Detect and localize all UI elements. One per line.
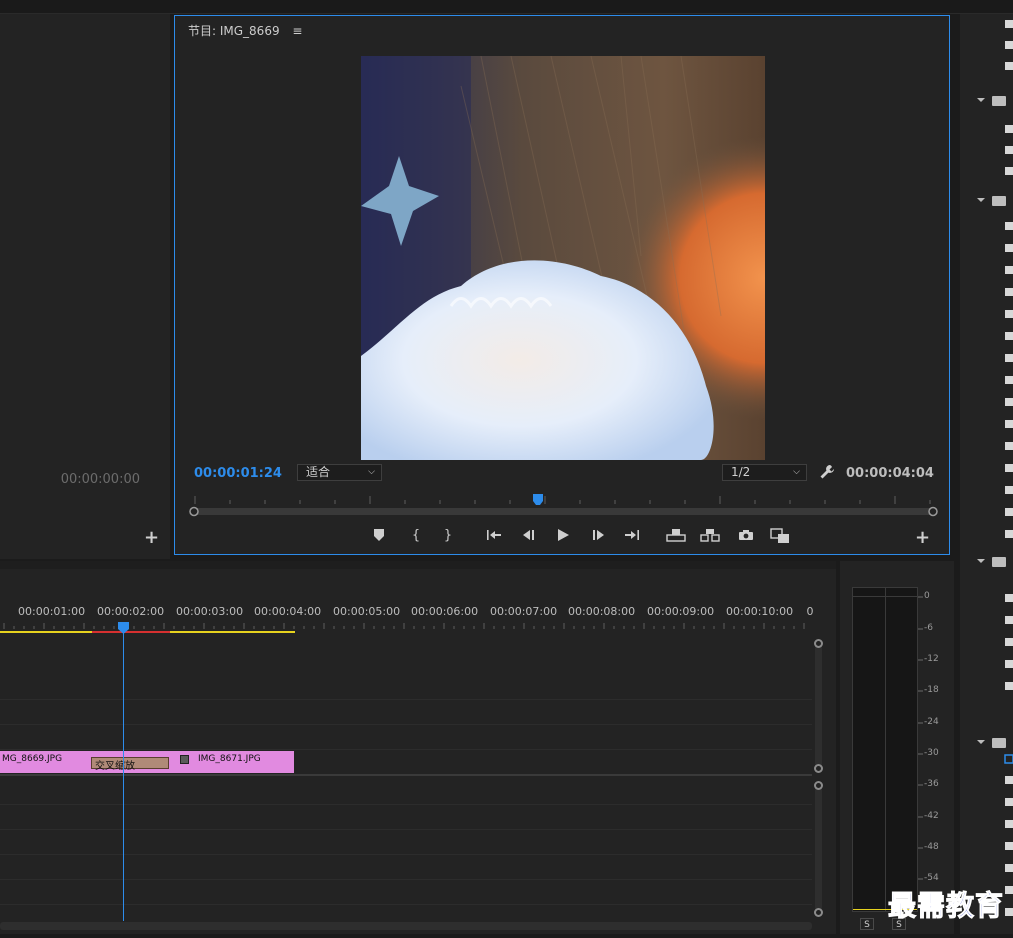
ruler-label: 00:00:04:00: [254, 605, 322, 618]
ruler-label: 00:00:01:00: [18, 605, 86, 618]
db-label: -30: [924, 748, 939, 758]
timeline-playhead-line: [123, 629, 124, 921]
program-add-button[interactable]: +: [915, 529, 930, 547]
resolution-select[interactable]: 1/2 ⌵: [722, 464, 807, 481]
compare-icon[interactable]: [769, 528, 791, 548]
chevron-down-icon: ⌵: [368, 467, 375, 477]
resolution-select-value: 1/2: [731, 465, 751, 479]
fx-badge-icon: [180, 755, 189, 764]
watermark-text: 最需教育: [887, 889, 1005, 923]
audio-track-5[interactable]: [0, 881, 812, 905]
extract-icon[interactable]: [699, 528, 721, 546]
meter-bar-area: [852, 587, 918, 912]
project-panel: [960, 14, 1013, 934]
db-label: -36: [924, 779, 939, 789]
ruler-label: 00:00:03:00: [176, 605, 244, 618]
program-playhead[interactable]: [532, 492, 544, 505]
ruler-label: 00:00:07:00: [490, 605, 558, 618]
chevron-down-icon: ⌵: [793, 467, 800, 477]
scroll-knob-mid-lower[interactable]: [814, 781, 823, 790]
program-monitor-title[interactable]: 节目: IMG_8669 ≡: [188, 22, 302, 39]
source-timecode[interactable]: 00:00:00:00: [0, 472, 140, 487]
audio-track-3[interactable]: [0, 831, 812, 855]
go-to-out-icon[interactable]: [621, 529, 643, 545]
audio-meter-panel: 0 -6 -12 -18 -24 -30 -36 -42 -48 -54 S S: [840, 561, 954, 934]
render-bar-yellow-left: [0, 631, 92, 633]
render-bar-red: [92, 631, 170, 633]
source-add-button[interactable]: +: [144, 529, 159, 547]
ruler-label: 00:00:08:00: [568, 605, 636, 618]
video-frame: [361, 56, 765, 460]
step-back-icon[interactable]: [517, 529, 539, 545]
top-strip: [0, 0, 1013, 14]
lift-icon[interactable]: [665, 528, 687, 546]
project-panel-items[interactable]: [960, 14, 1013, 934]
scroll-knob-bottom[interactable]: [814, 908, 823, 917]
audio-track-2[interactable]: [0, 806, 812, 830]
play-icon[interactable]: [552, 528, 574, 546]
ruler-label: 00:00:02:00: [97, 605, 165, 618]
video-frame-image: [361, 56, 765, 460]
audio-track-1[interactable]: [0, 781, 812, 805]
timeline-header-bar: [0, 561, 836, 569]
transition-label: 交叉缩放: [95, 761, 135, 772]
video-audio-divider: [0, 774, 812, 776]
db-label: -12: [924, 654, 939, 664]
meter-peak-top: [853, 596, 917, 597]
clip-label: IMG_8671.JPG: [198, 754, 261, 764]
video-v-scrollbar[interactable]: [815, 641, 822, 771]
timeline-h-scrollbar[interactable]: [0, 922, 812, 930]
ruler-label: 00:00:06:00: [411, 605, 479, 618]
go-to-in-icon[interactable]: [483, 529, 505, 545]
add-marker-icon[interactable]: [368, 528, 390, 546]
audio-track-4[interactable]: [0, 856, 812, 880]
mark-out-button[interactable]: }: [437, 528, 459, 543]
db-label: 0: [924, 591, 930, 601]
timeline-panel: 00:00:01:00 00:00:02:00 00:00:03:00 00:0…: [0, 561, 836, 934]
db-label: -24: [924, 717, 939, 727]
solo-left-label: S: [864, 920, 870, 930]
video-track-1[interactable]: [0, 726, 812, 750]
mark-in-button[interactable]: {: [405, 528, 427, 543]
program-title-text: 节目: IMG_8669: [188, 24, 280, 38]
scroll-knob-top[interactable]: [814, 639, 823, 648]
clip-img-8671[interactable]: IMG_8671.JPG: [170, 751, 294, 773]
db-label: -42: [924, 811, 939, 821]
current-timecode[interactable]: 00:00:01:24: [194, 466, 282, 481]
duration-timecode: 00:00:04:04: [846, 466, 934, 481]
ruler-label: 00:00:10:00: [726, 605, 794, 618]
program-mini-ruler[interactable]: [185, 492, 945, 522]
ruler-label: 00:00:05:00: [333, 605, 401, 618]
db-label: -18: [924, 685, 939, 695]
zoom-select-value: 适合: [306, 465, 331, 479]
hamburger-icon[interactable]: ≡: [292, 24, 302, 38]
transition-cross-zoom[interactable]: 交叉缩放: [91, 757, 169, 772]
clip-img-8669[interactable]: MG_8669.JPG: [0, 751, 92, 773]
render-bar-yellow-right: [170, 631, 295, 633]
scroll-knob-mid-upper[interactable]: [814, 764, 823, 773]
video-track-2[interactable]: [0, 701, 812, 725]
db-label: -54: [924, 873, 939, 883]
clip-label: MG_8669.JPG: [2, 754, 63, 764]
ruler-label: 00:00:09:00: [647, 605, 715, 618]
wrench-icon[interactable]: [819, 464, 837, 482]
source-monitor-panel: 00:00:00:00 +: [0, 14, 170, 559]
zoom-select[interactable]: 适合 ⌵: [297, 464, 382, 481]
db-label: -48: [924, 842, 939, 852]
meter-channel-divider: [885, 588, 886, 911]
audio-v-scrollbar[interactable]: [815, 783, 822, 913]
program-monitor-panel: 节目: IMG_8669 ≡ 00:00:01:24 适合 ⌵ 1/2 ⌵ 00…: [174, 15, 950, 555]
camera-icon[interactable]: [735, 529, 757, 545]
solo-left-button[interactable]: S: [860, 918, 874, 930]
step-forward-icon[interactable]: [588, 529, 610, 545]
db-label: -6: [924, 623, 933, 633]
video-track-3[interactable]: [0, 676, 812, 700]
ruler-label: 0: [806, 605, 814, 618]
